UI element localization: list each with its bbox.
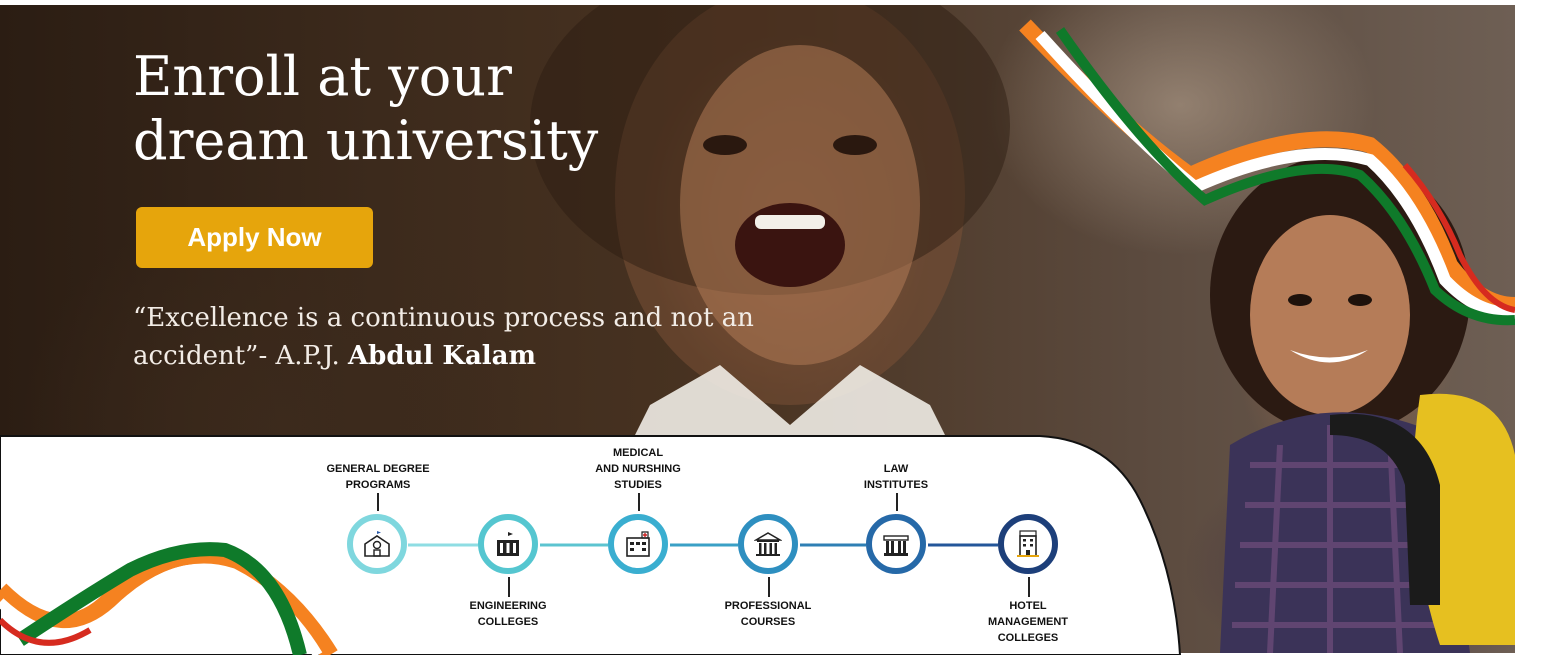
courthouse-icon <box>866 514 926 574</box>
program-stem <box>508 577 510 597</box>
program-stem <box>768 577 770 597</box>
child-eye-left <box>703 135 747 155</box>
program-label: LAW INSTITUTES <box>863 463 929 491</box>
program-label: PROFESSIONAL COURSES <box>724 600 812 628</box>
child-eye-right <box>833 135 877 155</box>
program-stem <box>896 493 898 511</box>
program-label: GENERAL DEGREE PROGRAMS <box>326 463 430 491</box>
program-label: MEDICAL AND NURSHING STUDIES <box>595 447 681 491</box>
girl-eye-left <box>1288 294 1312 306</box>
girl-eye-right <box>1348 294 1372 306</box>
quote: “Excellence is a continuous process and … <box>133 299 833 375</box>
hospital-icon <box>608 514 668 574</box>
program-label: HOTEL MANAGEMENT COLLEGES <box>987 600 1069 644</box>
program-stem <box>377 493 379 511</box>
engineering-college-icon <box>478 514 538 574</box>
quote-author: Abdul Kalam <box>347 341 537 371</box>
girl-face <box>1250 215 1410 415</box>
hotel-icon <box>998 514 1058 574</box>
institute-building-icon <box>738 514 798 574</box>
program-label: ENGINEERING COLLEGES <box>469 600 547 628</box>
hero-title: Enroll at your dream university <box>133 45 599 172</box>
school-building-icon <box>347 514 407 574</box>
child-teeth <box>755 215 825 229</box>
apply-now-button[interactable]: Apply Now <box>136 207 373 268</box>
program-stem <box>638 493 640 511</box>
program-stem <box>1028 577 1030 597</box>
